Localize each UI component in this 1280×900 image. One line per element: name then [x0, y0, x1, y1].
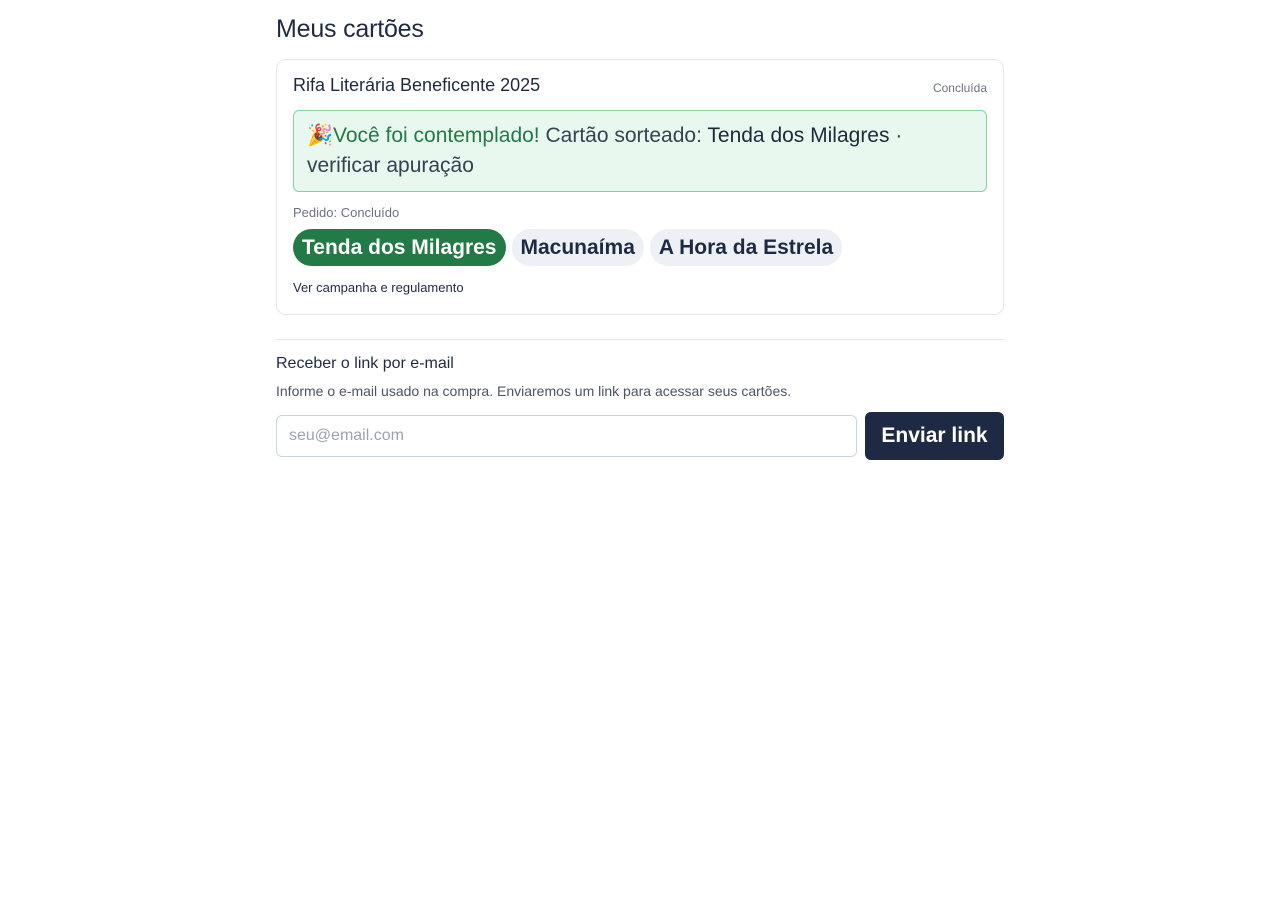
winner-banner: 🎉Você foi contemplado! Cartão sorteado: … — [293, 110, 987, 192]
raffle-title: Rifa Literária Beneficente 2025 — [293, 75, 541, 95]
raffle-card: Rifa Literária Beneficente 2025 Concluíd… — [276, 59, 1004, 315]
section-divider — [276, 339, 1004, 340]
email-input[interactable] — [276, 415, 857, 457]
card-pill-list: Tenda dos Milagres Macunaíma A Hora da E… — [293, 229, 843, 266]
order-status: Pedido: Concluído — [293, 205, 400, 220]
raffle-status-badge: Concluída — [932, 81, 987, 95]
card-pill[interactable]: A Hora da Estrela — [649, 229, 843, 266]
separator: · — [895, 124, 903, 147]
email-section-title: Receber o link por e-mail — [276, 355, 454, 372]
drawn-card-name: Tenda dos Milagres — [707, 124, 890, 147]
campaign-rules-link[interactable]: Ver campanha e regulamento — [293, 280, 464, 295]
verify-draw-link[interactable]: verificar apuração — [307, 154, 474, 177]
send-link-button[interactable]: Enviar link — [865, 412, 1004, 460]
card-pill-selected[interactable]: Tenda dos Milagres — [293, 229, 506, 266]
winner-message: Você foi contemplado! — [333, 124, 540, 147]
email-section-description: Informe o e-mail usado na compra. Enviar… — [276, 383, 792, 399]
drawn-card-label: Cartão sorteado: — [545, 124, 702, 147]
party-popper-icon: 🎉 — [307, 124, 334, 147]
page-title: Meus cartões — [276, 15, 424, 43]
card-pill[interactable]: Macunaíma — [511, 229, 644, 266]
